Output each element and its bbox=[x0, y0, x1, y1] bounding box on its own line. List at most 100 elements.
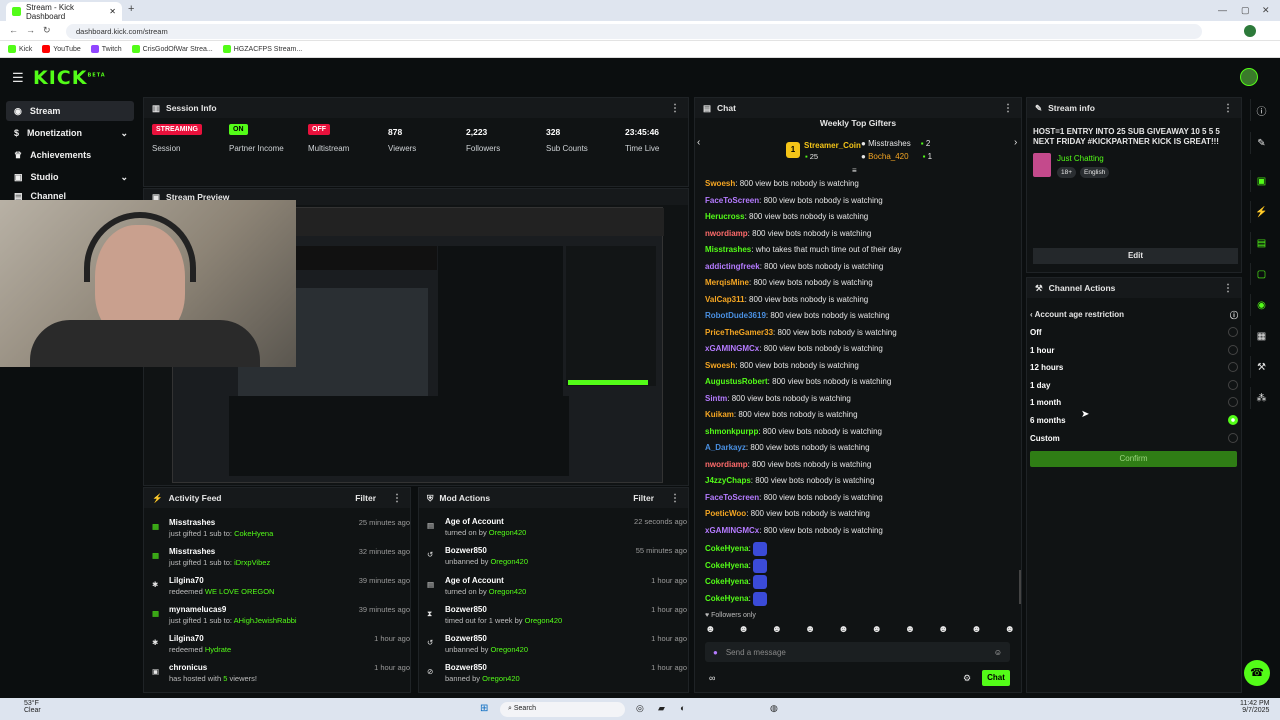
close-tab-icon[interactable]: ✕ bbox=[109, 7, 116, 16]
reload-icon[interactable]: ↻ bbox=[43, 25, 51, 36]
emote-icon[interactable]: ☻ bbox=[805, 624, 816, 638]
chat-username[interactable]: Swoesh bbox=[705, 179, 735, 188]
radio-button[interactable] bbox=[1228, 327, 1238, 337]
chat-username[interactable]: Herucross bbox=[705, 212, 745, 221]
chat-username[interactable]: nwordiamp bbox=[705, 460, 748, 469]
chat-username[interactable]: CokeHyena bbox=[705, 577, 749, 586]
emote-icon[interactable]: ☻ bbox=[1004, 624, 1015, 638]
bookmark-crisgod[interactable]: CrisGodOfWar Strea... bbox=[131, 45, 213, 53]
bookmark-youtube[interactable]: YouTube bbox=[42, 45, 81, 53]
edit-button[interactable]: Edit bbox=[1033, 248, 1238, 264]
bookmark-hgzac[interactable]: HGZACFPS Stream... bbox=[222, 45, 302, 53]
chat-username[interactable]: nwordiamp bbox=[705, 229, 748, 238]
chat-username[interactable]: MerqisMine bbox=[705, 278, 749, 287]
confirm-button[interactable]: Confirm bbox=[1030, 451, 1237, 467]
chat-username[interactable]: shmonkpurpp bbox=[705, 427, 758, 436]
chat-username[interactable]: Kuikam bbox=[705, 410, 734, 419]
radio-button[interactable] bbox=[1228, 379, 1238, 390]
new-tab-icon[interactable]: + bbox=[128, 3, 134, 15]
emote-icon[interactable]: ☻ bbox=[738, 624, 749, 638]
taskbar-search[interactable]: ⌕ Search bbox=[500, 702, 625, 717]
clock[interactable]: 11:42 PM 9/7/2025 bbox=[1240, 700, 1269, 714]
category-thumbnail[interactable] bbox=[1033, 153, 1051, 177]
emote-icon[interactable]: ☻ bbox=[938, 624, 949, 638]
chat-username[interactable]: addictingfreek bbox=[705, 262, 760, 271]
profile-avatar[interactable] bbox=[1244, 25, 1256, 37]
edge-icon[interactable]: ◐ bbox=[680, 703, 685, 713]
emote-icon[interactable]: ☻ bbox=[871, 624, 882, 638]
infinity-icon[interactable]: ∞ bbox=[709, 673, 715, 683]
more-options-icon[interactable]: ⋮ bbox=[1223, 283, 1233, 294]
hamburger-menu-icon[interactable]: ☰ bbox=[12, 70, 24, 86]
chat-username[interactable]: J4zzyChaps bbox=[705, 476, 751, 485]
emote-icon[interactable]: ☻ bbox=[971, 624, 982, 638]
info-rail-icon[interactable]: ⓘ bbox=[1250, 99, 1272, 121]
chat-username[interactable]: CokeHyena bbox=[705, 544, 749, 553]
info-icon[interactable]: ⓘ bbox=[1230, 310, 1238, 321]
chat-username[interactable]: Sintm bbox=[705, 394, 727, 403]
chat-username[interactable]: FaceToScreen bbox=[705, 196, 759, 205]
emote-icon[interactable]: ☻ bbox=[905, 624, 916, 638]
maximize-icon[interactable]: ▢ bbox=[1241, 5, 1250, 16]
close-window-icon[interactable]: ✕ bbox=[1262, 5, 1270, 16]
chat-username[interactable]: AugustusRobert bbox=[705, 377, 768, 386]
restriction-option[interactable]: 12 hours bbox=[1030, 362, 1238, 373]
chat-rail-icon[interactable]: ▢ bbox=[1250, 263, 1272, 285]
restriction-option[interactable]: 1 day bbox=[1030, 379, 1238, 390]
windows-start-icon[interactable]: ⊞ bbox=[480, 703, 488, 714]
folder-icon[interactable]: ▰ bbox=[658, 703, 665, 714]
restriction-option[interactable]: 6 months bbox=[1030, 415, 1238, 425]
collapse-icon[interactable]: ≡ bbox=[852, 166, 857, 175]
chat-username[interactable]: RobotDude3619 bbox=[705, 311, 766, 320]
chat-username[interactable]: FaceToScreen bbox=[705, 493, 759, 502]
chat-username[interactable]: ValCap311 bbox=[705, 295, 745, 304]
sidebar-item-stream[interactable]: ◉ Stream bbox=[6, 101, 134, 121]
filter-button[interactable]: Filter bbox=[633, 493, 654, 503]
restriction-option[interactable]: Off bbox=[1030, 327, 1238, 337]
settings-gear-icon[interactable]: ⚙ bbox=[963, 673, 971, 684]
share-rail-icon[interactable]: ⁂ bbox=[1250, 387, 1272, 409]
chat-username[interactable]: A_Darkayz bbox=[705, 443, 746, 452]
chat-username[interactable]: CokeHyena bbox=[705, 561, 749, 570]
chat-send-button[interactable]: Chat bbox=[982, 670, 1010, 686]
radio-button[interactable] bbox=[1228, 344, 1238, 355]
restriction-option[interactable]: Custom bbox=[1030, 432, 1238, 443]
chat-scrollbar[interactable] bbox=[1019, 570, 1021, 604]
bookmark-twitch[interactable]: Twitch bbox=[90, 45, 122, 53]
radio-button[interactable] bbox=[1228, 362, 1238, 373]
more-options-icon[interactable]: ⋮ bbox=[1003, 103, 1013, 114]
chat-username[interactable]: xGAMINGMCx bbox=[705, 526, 759, 535]
chat-username[interactable]: CokeHyena bbox=[705, 594, 749, 603]
filter-button[interactable]: Filter bbox=[355, 493, 376, 503]
sidebar-item-achievements[interactable]: ♛ Achievements bbox=[6, 145, 134, 165]
bookmark-kick[interactable]: Kick bbox=[8, 45, 32, 53]
user-avatar[interactable] bbox=[1240, 68, 1258, 86]
radio-button[interactable] bbox=[1228, 397, 1238, 408]
radio-button[interactable] bbox=[1228, 415, 1238, 425]
bolt-rail-icon[interactable]: ⚡ bbox=[1250, 201, 1272, 223]
restriction-option[interactable]: 1 month bbox=[1030, 397, 1238, 408]
more-options-icon[interactable]: ⋮ bbox=[670, 103, 680, 114]
emote-icon[interactable]: ☻ bbox=[705, 624, 716, 638]
chat-username[interactable]: Misstrashes bbox=[705, 245, 751, 254]
emote-icon[interactable]: ☻ bbox=[772, 624, 783, 638]
steam-icon[interactable]: ◍ bbox=[770, 703, 778, 714]
kick-logo[interactable]: KICKBETA bbox=[33, 67, 106, 89]
chat-username[interactable]: Swoesh bbox=[705, 361, 735, 370]
minimize-icon[interactable]: — bbox=[1218, 5, 1227, 15]
chat-username[interactable]: PoeticWoo bbox=[705, 509, 746, 518]
back-chevron-icon[interactable]: ‹ bbox=[1030, 310, 1033, 319]
chat-input[interactable]: ● Send a message ☺ bbox=[705, 642, 1010, 662]
list-rail-icon[interactable]: ▤ bbox=[1250, 232, 1272, 254]
emote-icon[interactable]: ☻ bbox=[838, 624, 849, 638]
sidebar-item-studio[interactable]: ▣ Studio ⌄ bbox=[6, 167, 134, 187]
url-field[interactable]: dashboard.kick.com/stream bbox=[66, 24, 1202, 39]
restriction-option[interactable]: 1 hour bbox=[1030, 344, 1238, 355]
forward-icon[interactable]: → bbox=[26, 25, 35, 35]
emoji-icon[interactable]: ☺ bbox=[994, 648, 1002, 657]
pencil-rail-icon[interactable]: ✎ bbox=[1250, 132, 1272, 154]
chat-username[interactable]: PriceTheGamer33 bbox=[705, 328, 773, 337]
chrome-icon[interactable]: ◎ bbox=[636, 703, 644, 714]
help-chat-button[interactable]: ☎ bbox=[1244, 660, 1270, 686]
browser-tab[interactable]: Stream - Kick Dashboard ✕ bbox=[6, 2, 122, 21]
